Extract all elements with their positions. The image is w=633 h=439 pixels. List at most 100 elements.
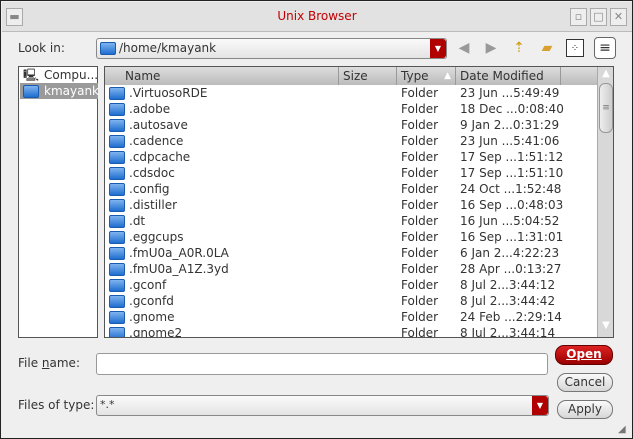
file-type: Folder (401, 230, 439, 244)
file-type: Folder (401, 310, 439, 324)
file-type: Folder (401, 118, 439, 132)
file-row[interactable]: .cdpcache Folder 17 Sep ...1:51:12 (105, 149, 597, 165)
folder-icon (109, 231, 125, 244)
file-row[interactable]: .VirtuosoRDE Folder 23 Jun ...5:49:49 (105, 85, 597, 101)
file-date: 18 Dec ...0:08:40 (460, 102, 564, 116)
file-date: 17 Sep ...1:51:10 (460, 166, 564, 180)
file-row[interactable]: .gnome Folder 24 Feb ...2:29:14 (105, 309, 597, 325)
scroll-thumb[interactable]: ≡ (599, 83, 613, 133)
scroll-down-icon[interactable]: ▼ (599, 320, 613, 334)
file-row[interactable]: .gconf Folder 8 Jul 2...3:44:12 (105, 277, 597, 293)
column-date[interactable]: Date Modified (456, 67, 561, 85)
folder-icon (109, 87, 125, 100)
label-part: ame: (49, 356, 80, 370)
file-row[interactable]: .dt Folder 16 Jun ...5:04:52 (105, 213, 597, 229)
file-type: Folder (401, 182, 439, 196)
column-filler (561, 67, 597, 85)
place-label: kmayank (44, 84, 100, 98)
maximize-icon[interactable]: □ (590, 8, 607, 26)
close-icon[interactable]: ✕ (610, 8, 627, 26)
scroll-up-icon[interactable]: ▲ (599, 68, 613, 82)
file-row[interactable]: .distiller Folder 16 Sep ...0:48:03 (105, 197, 597, 213)
file-name: .dt (129, 214, 146, 228)
file-date: 16 Sep ...1:31:01 (460, 230, 564, 244)
parent-folder-icon[interactable]: ⇡ (510, 39, 528, 57)
file-type: Folder (401, 278, 439, 292)
file-name: .gconfd (129, 294, 174, 308)
file-type: Folder (401, 214, 439, 228)
folder-icon (109, 279, 125, 292)
chevron-down-icon[interactable]: ▼ (430, 39, 446, 58)
column-size[interactable]: Size (339, 67, 397, 85)
folder-icon (109, 167, 125, 180)
place-kmayank[interactable]: kmayank (20, 83, 100, 99)
file-type: Folder (401, 150, 439, 164)
back-icon[interactable]: ◀ (455, 39, 473, 57)
file-date: 8 Jul 2...3:44:14 (460, 326, 556, 338)
file-date: 24 Feb ...2:29:14 (460, 310, 562, 324)
file-name-input[interactable] (96, 353, 548, 375)
forward-icon[interactable]: ▶ (482, 39, 500, 57)
folder-icon (109, 295, 125, 308)
file-row[interactable]: .autosave Folder 9 Jan 2...0:31:29 (105, 117, 597, 133)
file-name: .cadence (129, 134, 184, 148)
open-button[interactable]: Open (555, 345, 613, 365)
file-date: 16 Sep ...0:48:03 (460, 198, 564, 212)
file-type: Folder (401, 134, 439, 148)
cancel-button[interactable]: Cancel (557, 373, 613, 392)
title-bar[interactable]: ▬ Unix Browser ▫ □ ✕ (2, 2, 632, 32)
icon-view-icon[interactable]: ⁘ (566, 39, 584, 57)
file-name: .gnome (129, 310, 175, 324)
file-name: .config (129, 182, 170, 196)
file-name: .fmU0a_A1Z.3yd (129, 262, 229, 276)
file-row[interactable]: .cdsdoc Folder 17 Sep ...1:51:10 (105, 165, 597, 181)
look-in-path: /home/kmayank (119, 41, 217, 55)
folder-icon (109, 199, 125, 212)
file-date: 23 Jun ...5:49:49 (460, 86, 560, 100)
file-date: 6 Jan 2...4:22:23 (460, 246, 560, 260)
file-row[interactable]: .fmU0a_A0R.0LA Folder 6 Jan 2...4:22:23 (105, 245, 597, 261)
folder-icon (23, 85, 39, 98)
file-name: .gnome2 (129, 326, 183, 338)
file-name: .autosave (129, 118, 188, 132)
folder-icon (109, 119, 125, 132)
vertical-scrollbar[interactable]: ▲ ≡ ▼ (597, 67, 613, 337)
apply-button[interactable]: Apply (557, 400, 613, 419)
list-view-icon[interactable]: ≡ (594, 37, 616, 59)
file-row[interactable]: .fmU0a_A1Z.3yd Folder 28 Apr ...0:13:27 (105, 261, 597, 277)
look-in-combo[interactable]: /home/kmayank ▼ (96, 38, 447, 59)
column-type[interactable]: Type ▲ (397, 67, 456, 85)
files-of-type-combo[interactable]: *.* ▼ (96, 395, 549, 416)
place-computer[interactable]: 🖳 Compu... (20, 67, 98, 83)
file-date: 9 Jan 2...0:31:29 (460, 118, 560, 132)
places-panel: 🖳 Compu... kmayank (18, 66, 100, 338)
file-name: .adobe (129, 102, 171, 116)
file-date: 28 Apr ...0:13:27 (460, 262, 562, 276)
column-name[interactable]: Name (105, 67, 339, 85)
chevron-down-icon[interactable]: ▼ (532, 396, 548, 415)
folder-icon (109, 103, 125, 116)
file-row[interactable]: .eggcups Folder 16 Sep ...1:31:01 (105, 229, 597, 245)
file-name: .eggcups (129, 230, 184, 244)
file-date: 24 Oct ...1:52:48 (460, 182, 562, 196)
files-of-type-label: Files of type: (18, 398, 95, 412)
sort-ascending-icon: ▲ (444, 71, 451, 81)
folder-icon (100, 42, 116, 55)
file-name: .cdsdoc (129, 166, 175, 180)
file-name-label: File name: (18, 356, 80, 370)
minimize-icon[interactable]: ▫ (570, 8, 587, 26)
file-name: .VirtuosoRDE (129, 86, 208, 100)
resize-grip-icon[interactable]: ◢ (618, 424, 626, 435)
file-type: Folder (401, 294, 439, 308)
file-date: 16 Jun ...5:04:52 (460, 214, 560, 228)
folder-icon (109, 327, 125, 337)
new-folder-icon[interactable]: ▰ (538, 39, 556, 57)
file-row[interactable]: .config Folder 24 Oct ...1:52:48 (105, 181, 597, 197)
file-row[interactable]: .adobe Folder 18 Dec ...0:08:40 (105, 101, 597, 117)
file-row[interactable]: .gnome2 Folder 8 Jul 2...3:44:14 (105, 325, 597, 338)
file-type: Folder (401, 262, 439, 276)
file-name: .gconf (129, 278, 167, 292)
file-row[interactable]: .cadence Folder 23 Jun ...5:41:06 (105, 133, 597, 149)
file-row[interactable]: .gconfd Folder 8 Jul 2...3:44:42 (105, 293, 597, 309)
label-part: File (18, 356, 42, 370)
